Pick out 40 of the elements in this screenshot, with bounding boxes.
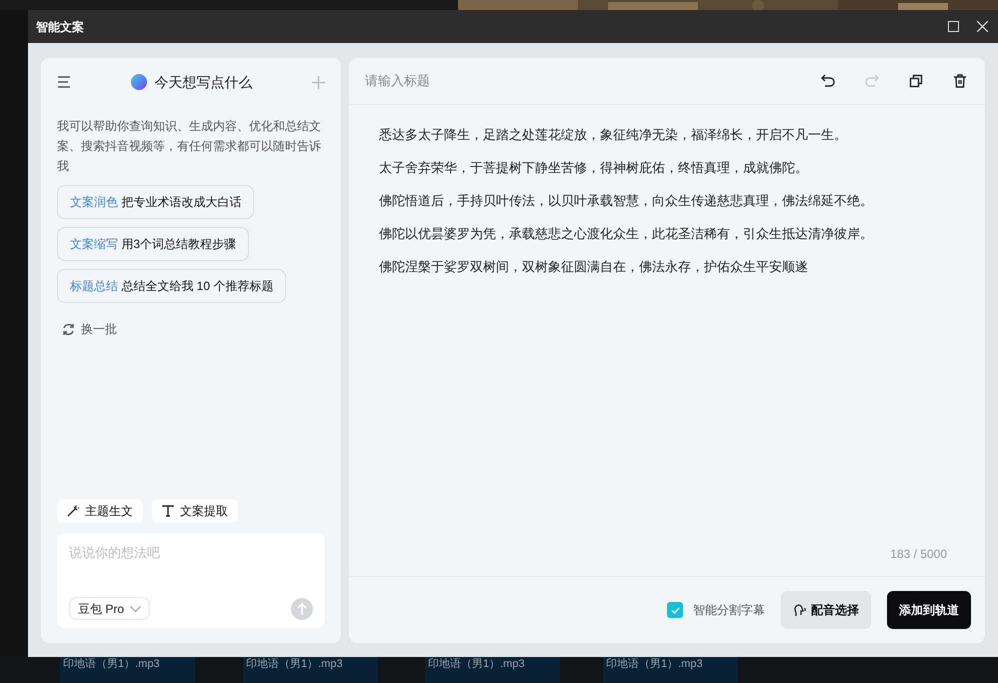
menu-icon[interactable]: [57, 76, 71, 88]
wand-icon: [67, 505, 79, 517]
add-to-track-button[interactable]: 添加到轨道: [887, 591, 971, 629]
voice-button[interactable]: 配音选择: [781, 591, 871, 629]
suggestion-chip[interactable]: 标题总结 总结全文给我 10 个推荐标题: [57, 269, 286, 303]
suggestion-chip[interactable]: 文案缩写 用3个词总结教程步骤: [57, 227, 250, 261]
title-field[interactable]: 请输入标题: [365, 71, 821, 91]
close-icon[interactable]: [977, 21, 988, 32]
audio-clip[interactable]: 印地语（男1）.mp3: [60, 657, 195, 683]
model-dropdown[interactable]: 豆包 Pro: [69, 597, 150, 620]
refresh-button[interactable]: 换一批: [57, 320, 325, 338]
refresh-icon: [62, 322, 75, 336]
paragraph: 佛陀悟道后，手持贝叶传法，以贝叶承载智慧，向众生传递慈悲真理，佛法绵延不绝。: [379, 192, 874, 210]
paragraph: 悉达多太子降生，足踏之处莲花绽放，象征纯净无染，福泽绵长，开启不凡一生。: [379, 126, 848, 144]
text-icon: [162, 505, 174, 517]
character-count: 183 / 5000: [890, 546, 947, 563]
intro-text: 我可以帮助你查询知识、生成内容、优化和总结文案、搜索抖音视频等，有任何需求都可以随时告诉我: [57, 118, 322, 175]
paragraph: 佛陀涅槃于娑罗双树间，双树象征圆满自在，佛法永存，护佑众生平安顺遂: [379, 258, 809, 276]
assistant-title: 今天想写点什么: [154, 72, 252, 92]
tool-button[interactable]: 文案提取: [152, 499, 238, 523]
orb-icon: [130, 74, 146, 90]
tool-button[interactable]: 主题生文: [57, 499, 143, 523]
audio-clip[interactable]: 印地语（男1）.mp3: [243, 657, 378, 683]
undo-icon[interactable]: [821, 74, 835, 88]
speaker-head-icon: [793, 604, 807, 616]
checkbox-label: 智能分割字幕: [693, 602, 765, 619]
maximize-icon[interactable]: [948, 21, 959, 32]
arrow-up-icon: [297, 602, 307, 614]
audio-clip[interactable]: 印地语（男1）.mp3: [425, 657, 560, 683]
paragraph: 太子舍弃荣华，于菩提树下静坐苦修，得神树庇佑，终悟真理，成就佛陀。: [379, 159, 809, 177]
copy-icon[interactable]: [909, 74, 923, 88]
chevron-down-icon: [130, 606, 142, 612]
prompt-field[interactable]: 说说你的想法吧 豆包 Pro: [57, 533, 325, 628]
checkmark-icon: [670, 606, 680, 614]
checkbox[interactable]: [667, 602, 683, 618]
audio-clip[interactable]: 印地语（男1）.mp3: [603, 657, 738, 683]
trash-icon[interactable]: [953, 74, 967, 88]
window-title: 智能文案: [36, 18, 84, 36]
paragraph: 佛陀以优昙婆罗为凭，承载慈悲之心渡化众生，此花圣洁稀有，引众生抵达清净彼岸。: [379, 225, 874, 243]
suggestion-chip[interactable]: 文案润色 把专业术语改成大白话: [57, 185, 254, 219]
